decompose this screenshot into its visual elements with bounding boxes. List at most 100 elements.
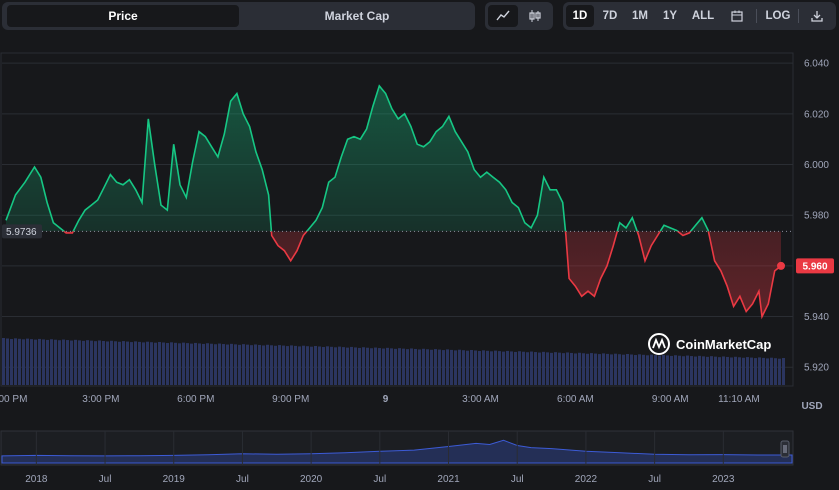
- range-7d-button[interactable]: 7D: [596, 5, 624, 27]
- volume-bar: [770, 357, 773, 385]
- volume-bar: [406, 349, 409, 385]
- range-1y-button[interactable]: 1Y: [656, 5, 684, 27]
- volume-bar: [366, 347, 369, 385]
- market-cap-tab[interactable]: Market Cap: [242, 5, 472, 27]
- volume-bar: [346, 347, 349, 385]
- volume-bar: [746, 357, 749, 385]
- volume-bar: [126, 341, 129, 385]
- coinmarketcap-logo: CoinMarketCap: [648, 333, 771, 355]
- range-all-button[interactable]: ALL: [686, 5, 720, 27]
- volume-bar: [410, 348, 413, 385]
- volume-bar: [546, 352, 549, 385]
- volume-bar: [606, 353, 609, 385]
- price-tab[interactable]: Price: [7, 5, 239, 27]
- volume-bar: [386, 347, 389, 385]
- volume-bar: [702, 356, 705, 385]
- volume-bar: [310, 346, 313, 385]
- volume-bar: [238, 344, 241, 385]
- volume-bar: [182, 342, 185, 385]
- toolbar-separator: [756, 9, 757, 23]
- volume-bar: [154, 342, 157, 385]
- volume-bar: [670, 355, 673, 385]
- volume-bar: [294, 345, 297, 385]
- volume-bar: [486, 350, 489, 385]
- y-tick-label: 6.040: [804, 59, 829, 70]
- volume-bar: [90, 340, 93, 385]
- volume-bar: [186, 343, 189, 385]
- volume-bar: [422, 348, 425, 385]
- volume-bar: [22, 339, 25, 385]
- volume-bar: [146, 341, 149, 385]
- navigator-handle[interactable]: [780, 440, 790, 458]
- navigator-tick-label: Jul: [511, 474, 524, 485]
- volume-bar: [578, 352, 581, 385]
- navigator-tick-label: Jul: [99, 474, 112, 485]
- volume-bar: [78, 340, 81, 385]
- navigator[interactable]: 2018 Jul 2019 Jul 2020 Jul 2021 Jul 2022 Jul 2023: [0, 430, 794, 485]
- volume-bar: [698, 355, 701, 385]
- volume-bar: [426, 349, 429, 385]
- navigator-tick-label: Jul: [236, 474, 249, 485]
- range-1d-button[interactable]: 1D: [566, 5, 594, 27]
- toolbar-separator: [798, 9, 799, 23]
- volume-bar: [506, 350, 509, 385]
- y-tick-label: 5.940: [804, 312, 829, 323]
- price-chart[interactable]: 5.9736 5.920 5.940 5.960 5.980 6.000 6.020 6.0…: [0, 48, 839, 485]
- volume-bar: [534, 352, 537, 385]
- area-above-reference: [6, 85, 709, 232]
- volume-bar: [714, 356, 717, 385]
- volume-bar: [774, 358, 777, 385]
- volume-bar: [338, 346, 341, 385]
- volume-bar: [446, 349, 449, 385]
- volume-bar: [114, 341, 117, 385]
- range-1m-button[interactable]: 1M: [626, 5, 654, 27]
- volume-bar: [550, 352, 553, 385]
- reference-price-label: 5.9736: [6, 227, 37, 238]
- volume-bar: [762, 357, 765, 385]
- volume-bar: [98, 340, 101, 385]
- line-chart-button[interactable]: [488, 5, 518, 27]
- chart-type-switch: [485, 2, 553, 30]
- navigator-tick-label: 2020: [300, 474, 323, 485]
- volume-bar: [138, 341, 141, 385]
- volume-bar: [262, 345, 265, 385]
- volume-bar: [158, 342, 161, 385]
- volume-bar: [18, 338, 21, 385]
- x-tick-label: 3:00 AM: [462, 394, 499, 405]
- volume-bar: [662, 354, 665, 385]
- volume-bar: [494, 350, 497, 385]
- volume-bar: [370, 348, 373, 385]
- volume-bar: [390, 348, 393, 385]
- volume-bar: [270, 345, 273, 385]
- volume-bar: [286, 346, 289, 385]
- date-picker-button[interactable]: [724, 5, 750, 27]
- log-scale-button[interactable]: LOG: [762, 5, 794, 27]
- volume-bar: [654, 355, 657, 385]
- download-icon: [811, 11, 823, 22]
- x-tick-label: 9:00 PM: [272, 394, 309, 405]
- volume-bar: [542, 351, 545, 385]
- volume-bar: [330, 346, 333, 385]
- volume-bar: [94, 341, 97, 385]
- download-button[interactable]: [802, 5, 832, 27]
- volume-bar: [354, 347, 357, 385]
- volume-bar: [518, 351, 521, 385]
- volume-bar: [234, 344, 237, 385]
- volume-bar: [142, 342, 145, 385]
- navigator-tick-label: 2018: [25, 474, 48, 485]
- volume-bar: [630, 354, 633, 385]
- navigator-tick-label: 2021: [437, 474, 460, 485]
- volume-bar: [626, 354, 629, 385]
- volume-bar: [206, 343, 209, 385]
- volume-bar: [538, 352, 541, 385]
- x-tick-label: 11:10 AM: [718, 394, 760, 405]
- candlestick-button[interactable]: [520, 5, 550, 27]
- volume-bar: [58, 340, 61, 385]
- volume-bar: [14, 338, 17, 385]
- volume-bar: [110, 340, 113, 385]
- volume-bar: [342, 347, 345, 385]
- volume-bar: [54, 339, 57, 385]
- price-chart-svg: 5.9736 5.920 5.940 5.960 5.980 6.000 6.020 6.0…: [0, 52, 834, 485]
- volume-bar: [754, 358, 757, 385]
- volume-bar: [30, 339, 33, 385]
